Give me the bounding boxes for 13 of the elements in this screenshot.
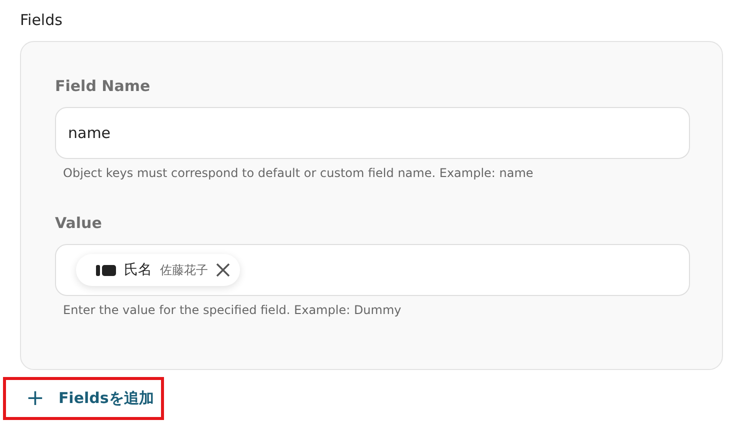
tag-icon [96, 264, 116, 276]
field-label: Value [55, 213, 103, 233]
close-icon[interactable] [216, 263, 230, 277]
input-field[interactable]: 氏名 佐藤花子 [55, 244, 690, 296]
help-text: Object keys must correspond to default or custom field name. Example: name [63, 165, 534, 181]
input-field[interactable]: name [55, 107, 690, 159]
add-fields-button[interactable]: + Fieldsを追加 [3, 377, 164, 420]
section-title: Fields [20, 10, 64, 31]
value-chip[interactable]: 氏名 佐藤花子 [76, 254, 240, 286]
field-label: Field Name [55, 76, 152, 96]
chip-sample: 佐藤花子 [160, 262, 208, 278]
help-text: Enter the value for the specified field. Example: Dummy [63, 302, 402, 318]
chip-name: 氏名 [124, 261, 152, 279]
